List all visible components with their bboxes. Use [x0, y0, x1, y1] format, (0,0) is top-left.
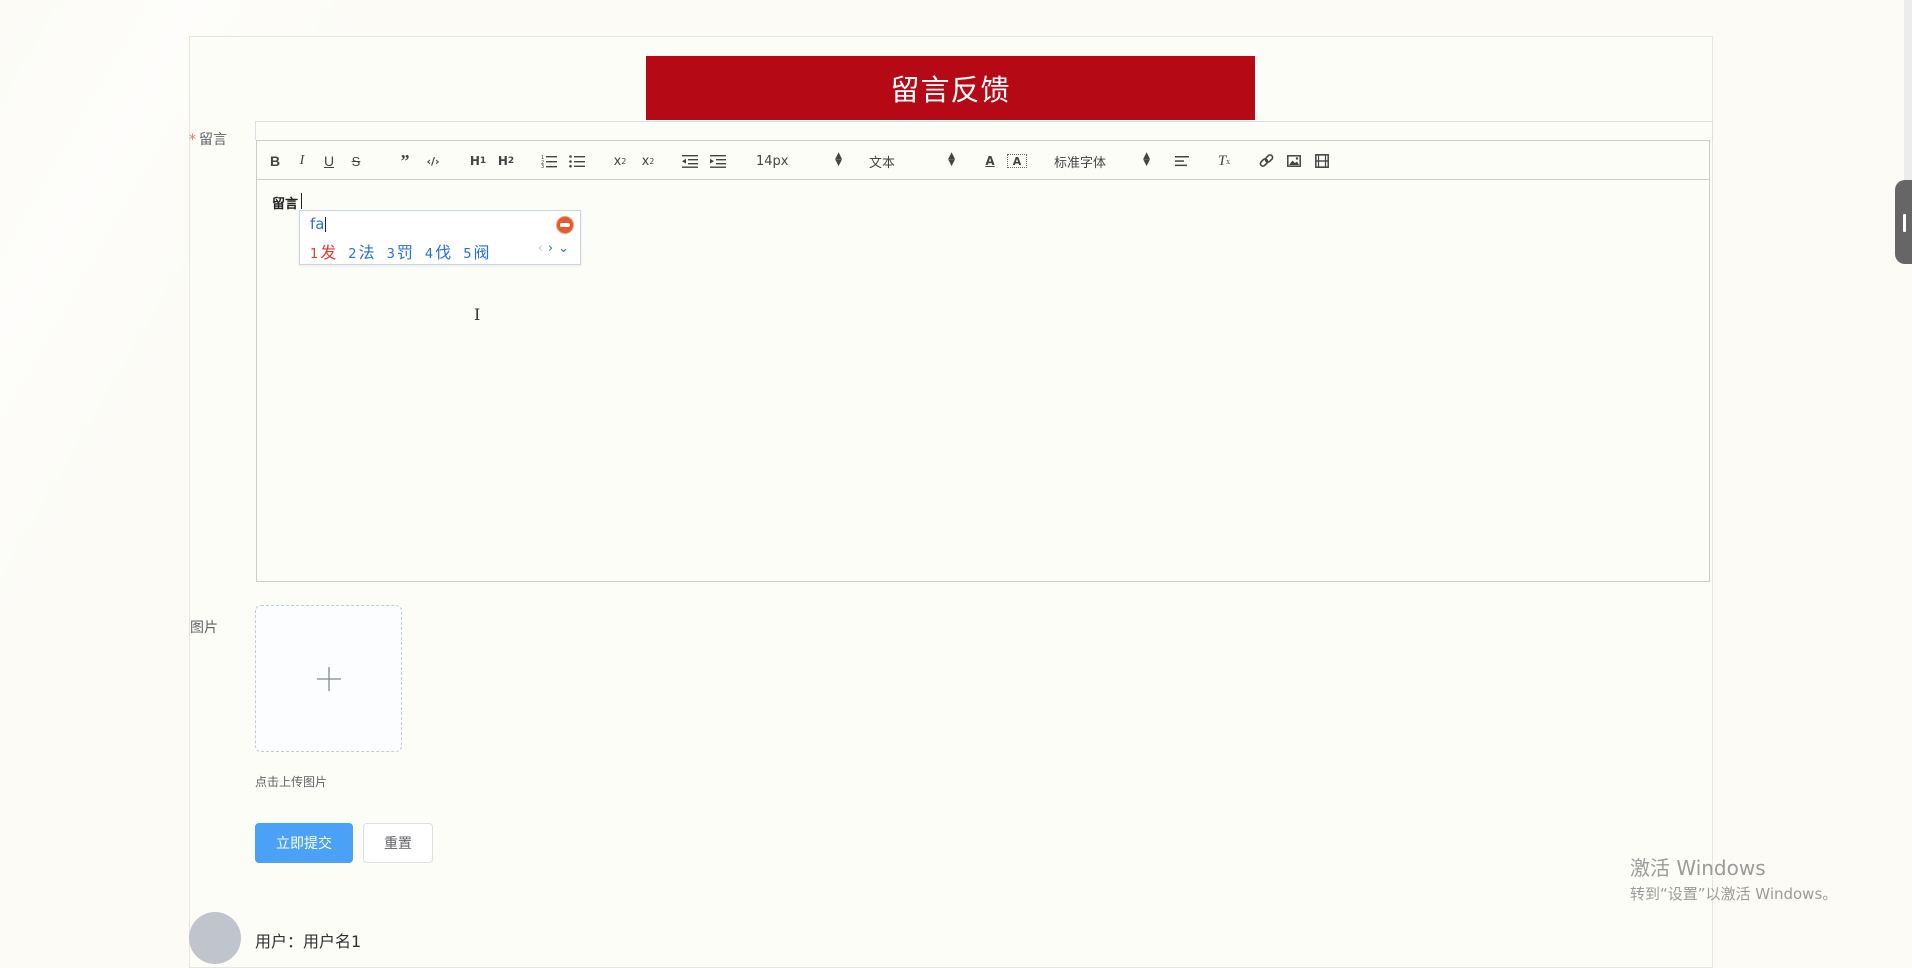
ime-input-text: fa — [310, 215, 325, 233]
clean-format-icon[interactable]: Tx — [1215, 151, 1233, 171]
reset-button[interactable]: 重置 — [363, 823, 433, 863]
bold-icon[interactable]: B — [266, 151, 284, 171]
font-family-select[interactable]: 标准字体 ▲ ▼ — [1054, 151, 1150, 171]
image-icon[interactable] — [1285, 151, 1303, 171]
avatar — [189, 912, 241, 964]
font-family-value: 标准字体 — [1054, 155, 1107, 171]
header-select[interactable]: 文本 ▲ ▼ — [869, 151, 955, 171]
strikethrough-icon[interactable]: S — [347, 151, 365, 171]
message-field-label: * 留言 — [189, 129, 227, 149]
select-arrows-icon: ▲ ▼ — [948, 151, 955, 168]
subscript-icon[interactable]: x2 — [610, 151, 630, 171]
header-select-value: 文本 — [869, 155, 896, 171]
ime-candidate[interactable]: 1发 — [310, 239, 336, 263]
svg-text:3: 3 — [541, 164, 544, 168]
ime-candidate[interactable]: 2法 — [348, 239, 374, 263]
image-upload-box[interactable] — [255, 605, 402, 752]
h1-icon[interactable]: H1 — [467, 151, 489, 171]
plus-icon — [316, 666, 341, 691]
blockquote-icon[interactable]: ” — [396, 151, 414, 171]
image-field-label: 图片 — [190, 620, 218, 636]
select-arrows-icon: ▲ ▼ — [1143, 151, 1150, 168]
scrollbar[interactable] — [1904, 0, 1912, 210]
required-mark: * — [189, 132, 196, 148]
h2-icon[interactable]: H2 — [495, 151, 517, 171]
ime-candidate-popup: fa 1发 2法 3罚 4伐 5阀 ‹›⌄ — [299, 210, 581, 265]
message-label-text: 留言 — [199, 132, 227, 148]
link-icon[interactable] — [1257, 151, 1275, 171]
font-color-icon[interactable]: A — [981, 151, 999, 171]
watermark-line1: 激活 Windows — [1630, 856, 1766, 880]
indent-icon[interactable] — [709, 151, 727, 171]
ime-logo-icon[interactable] — [556, 216, 574, 234]
page-title: 留言反馈 — [646, 56, 1255, 120]
editor-text: 留言 — [272, 197, 299, 212]
select-arrows-icon: ▲ ▼ — [835, 151, 842, 168]
ime-prev-icon[interactable]: ‹ — [538, 241, 548, 256]
ime-candidate[interactable]: 4伐 — [425, 239, 451, 263]
ime-composition: fa — [310, 215, 327, 233]
ime-expand-icon[interactable]: ⌄ — [558, 241, 574, 256]
align-icon[interactable] — [1173, 151, 1191, 171]
ordered-list-icon[interactable]: 123 — [540, 151, 558, 171]
ime-candidate[interactable]: 5阀 — [463, 239, 489, 263]
underline-icon[interactable]: U — [320, 151, 338, 171]
ime-candidate-list: 1发 2法 3罚 4伐 5阀 — [310, 239, 501, 263]
outdent-icon[interactable] — [681, 151, 699, 171]
editor-top-border — [255, 121, 1713, 140]
italic-icon[interactable]: I — [293, 151, 311, 171]
submit-button[interactable]: 立即提交 — [255, 823, 353, 863]
superscript-icon[interactable]: x2 — [638, 151, 658, 171]
user-label: 用户： — [255, 932, 304, 951]
text-caret — [301, 193, 302, 209]
side-tab-handle[interactable] — [1895, 180, 1912, 264]
ime-page-navigation[interactable]: ‹›⌄ — [538, 241, 574, 256]
comment-user: 用户：用户名1 — [255, 928, 361, 952]
code-block-icon[interactable]: ‹/› — [423, 151, 443, 171]
user-name: 用户名1 — [303, 932, 362, 951]
background-color-icon[interactable]: A — [1007, 154, 1027, 168]
windows-activation-watermark: 激活 Windows 转到“设置”以激活 Windows。 — [1630, 852, 1837, 904]
mouse-ibeam-cursor-icon: I — [474, 305, 481, 324]
ime-candidate[interactable]: 3罚 — [387, 239, 413, 263]
editor-toolbar: B I U S ” ‹/› H1 H2 123 x2 x2 14px ▲ ▼ 文本… — [256, 140, 1710, 180]
video-icon[interactable] — [1313, 151, 1331, 171]
upload-tip: 点击上传图片 — [255, 775, 328, 789]
font-size-value: 14px — [756, 153, 789, 169]
font-size-select[interactable]: 14px ▲ ▼ — [756, 151, 842, 171]
ime-next-icon[interactable]: › — [548, 241, 558, 256]
bullet-list-icon[interactable] — [568, 151, 586, 171]
watermark-line2: 转到“设置”以激活 Windows。 — [1630, 885, 1838, 903]
